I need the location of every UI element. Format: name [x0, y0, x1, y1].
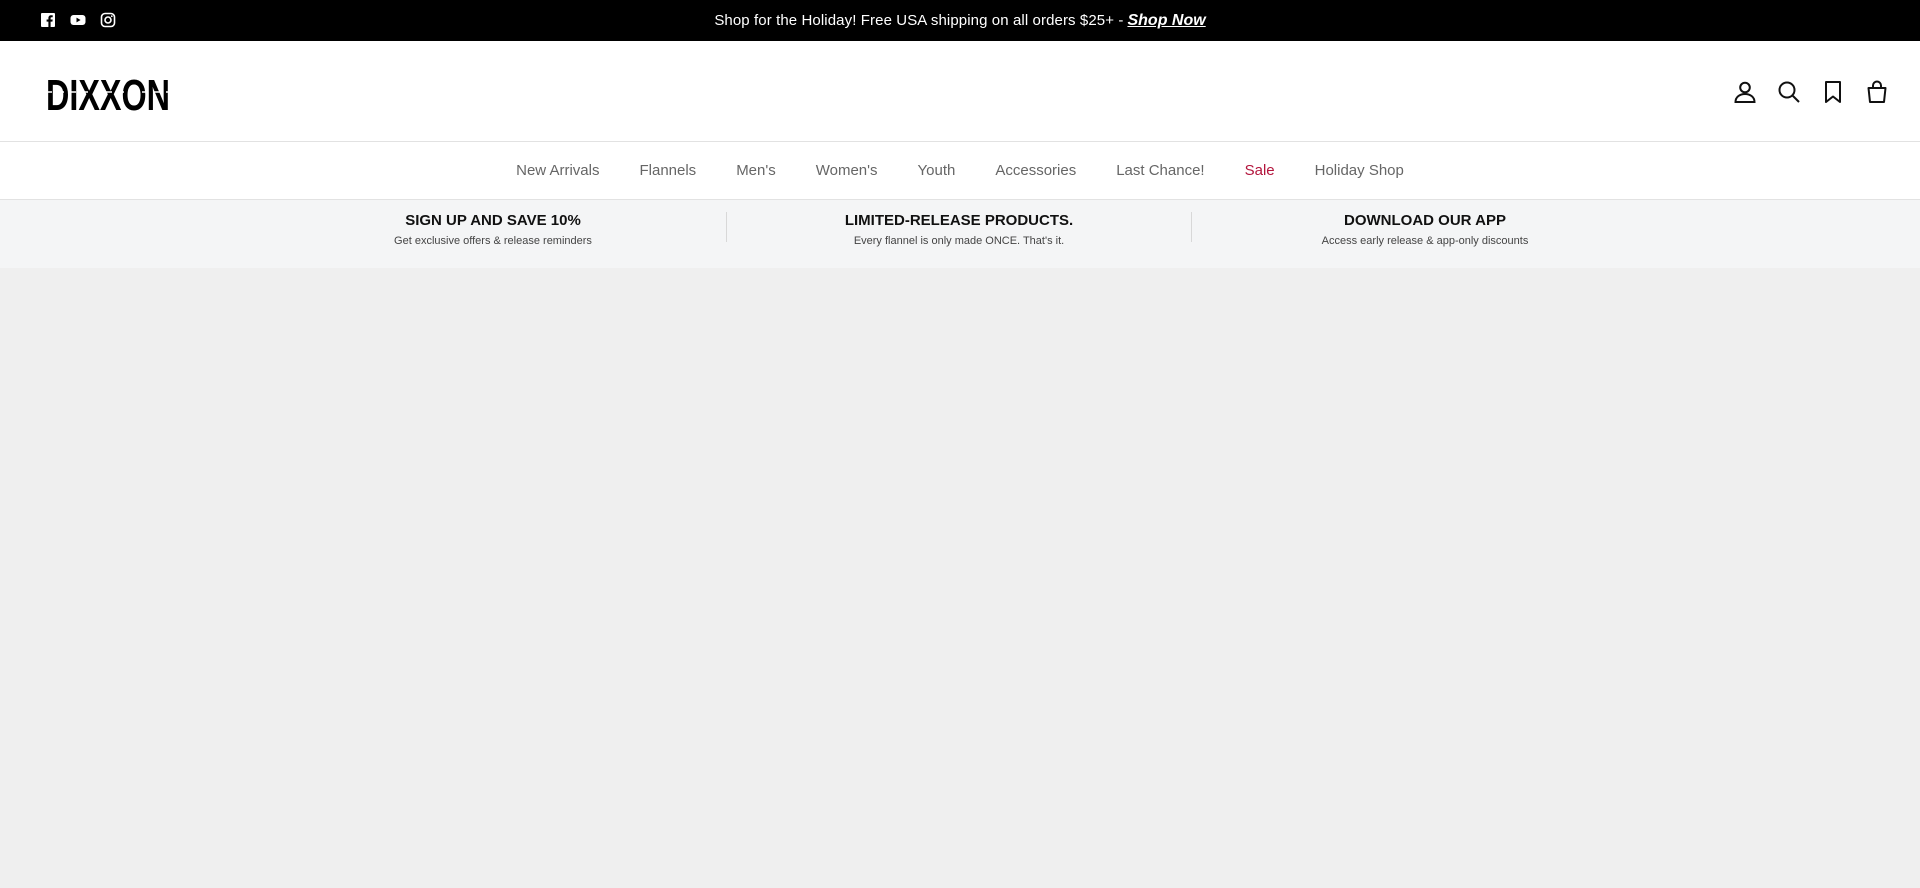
usp-signup[interactable]: SIGN UP AND SAVE 10% Get exclusive offer…: [260, 212, 726, 247]
facebook-icon[interactable]: [40, 12, 56, 28]
nav-item-youth[interactable]: Youth: [918, 162, 956, 179]
shop-now-link[interactable]: Shop Now: [1127, 12, 1205, 30]
nav-item-womens[interactable]: Women's: [816, 162, 878, 179]
usp-download-app[interactable]: DOWNLOAD OUR APP Access early release & …: [1192, 212, 1658, 247]
usp-subtitle: Every flannel is only made ONCE. That's …: [853, 235, 1065, 247]
nav-item-sale[interactable]: Sale: [1245, 162, 1275, 179]
site-header: DIXXON: [0, 41, 1920, 142]
announcement-text: Shop for the Holiday! Free USA shipping …: [714, 12, 1124, 29]
nav-item-last-chance[interactable]: Last Chance!: [1116, 162, 1204, 179]
nav-item-holiday-shop[interactable]: Holiday Shop: [1315, 162, 1404, 179]
instagram-icon[interactable]: [100, 12, 116, 28]
usp-title: LIMITED-RELEASE PRODUCTS.: [844, 212, 1074, 229]
nav-item-accessories[interactable]: Accessories: [995, 162, 1076, 179]
header-actions: [1732, 79, 1890, 105]
usp-limited-release[interactable]: LIMITED-RELEASE PRODUCTS. Every flannel …: [726, 212, 1192, 247]
usp-subtitle: Get exclusive offers & release reminders: [394, 235, 592, 247]
usp-subtitle: Access early release & app-only discount…: [1321, 235, 1529, 247]
usp-bar: SIGN UP AND SAVE 10% Get exclusive offer…: [0, 200, 1920, 268]
youtube-icon[interactable]: [70, 12, 86, 28]
usp-title: DOWNLOAD OUR APP: [1344, 212, 1506, 229]
wishlist-icon[interactable]: [1820, 79, 1846, 105]
account-icon[interactable]: [1732, 79, 1758, 105]
usp-title: SIGN UP AND SAVE 10%: [405, 212, 581, 229]
search-icon[interactable]: [1776, 79, 1802, 105]
nav-item-flannels[interactable]: Flannels: [639, 162, 696, 179]
main-nav: New Arrivals Flannels Men's Women's Yout…: [0, 142, 1920, 200]
social-links: [40, 12, 116, 28]
announcement-bar: Shop for the Holiday! Free USA shipping …: [0, 0, 1920, 41]
nav-item-mens[interactable]: Men's: [736, 162, 776, 179]
dixxon-logo[interactable]: DIXXON: [46, 71, 170, 120]
main-content-placeholder: [0, 268, 1920, 888]
nav-item-new-arrivals[interactable]: New Arrivals: [516, 162, 599, 179]
cart-icon[interactable]: [1864, 79, 1890, 105]
